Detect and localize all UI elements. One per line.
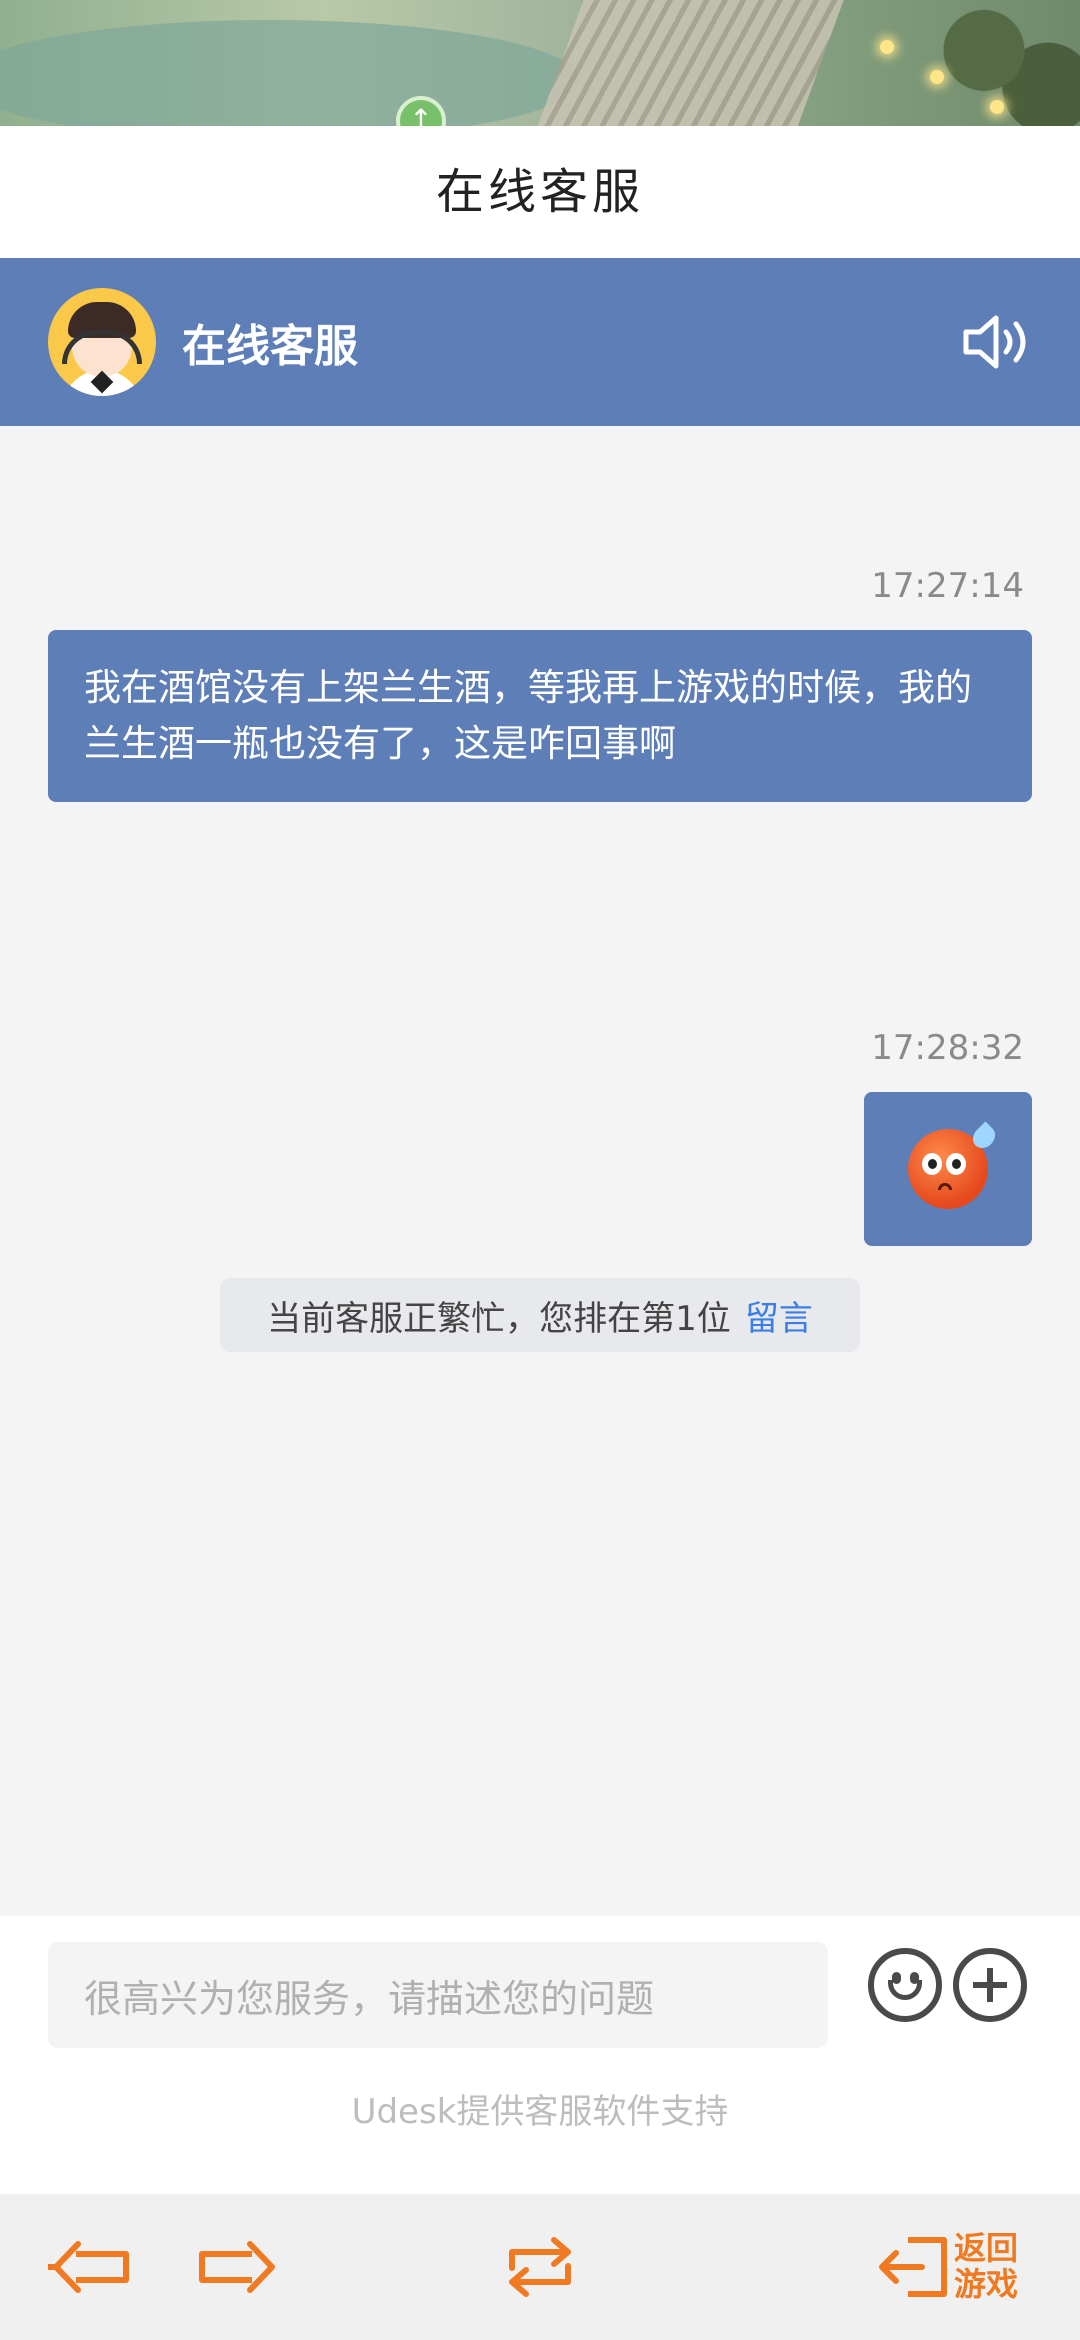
page-title: 在线客服 [0, 126, 1080, 258]
queue-notice: 当前客服正繁忙，您排在第1位 留言 [220, 1278, 860, 1352]
agent-avatar [48, 288, 156, 396]
queue-notice-text: 当前客服正繁忙，您排在第1位 [267, 1298, 731, 1339]
forward-arrow-icon[interactable] [196, 2232, 280, 2302]
message-timestamp: 17:27:14 [871, 566, 1024, 606]
chat-header: 在线客服 [0, 258, 1080, 426]
exit-game-icon[interactable] [872, 2232, 956, 2302]
agent-name: 在线客服 [182, 321, 358, 372]
powered-by-text: Udesk提供客服软件支持 [351, 2092, 729, 2132]
refresh-icon[interactable] [498, 2232, 582, 2302]
speaker-icon[interactable] [960, 312, 1032, 372]
emoji-button[interactable] [868, 1948, 942, 2022]
message-timestamp: 17:28:32 [871, 1028, 1024, 1068]
back-arrow-icon[interactable] [48, 2232, 132, 2302]
user-emoji-bubble [864, 1092, 1032, 1246]
sweat-face-emoji-icon [908, 1121, 1000, 1209]
message-input[interactable]: 很高兴为您服务，请描述您的问题 [48, 1942, 828, 2048]
leave-message-link[interactable]: 留言 [745, 1291, 813, 1340]
add-attachment-button[interactable] [953, 1948, 1027, 2022]
bottom-nav-bar: 返回游戏 [0, 2194, 1080, 2340]
user-message-bubble: 我在酒馆没有上架兰生酒，等我再上游戏的时候，我的兰生酒一瓶也没有了，这是咋回事啊 [48, 630, 1032, 802]
back-to-game-button[interactable]: 返回游戏 [954, 2230, 1034, 2302]
input-area: 很高兴为您服务，请描述您的问题 Udesk提供客服软件支持 [0, 1916, 1080, 2194]
game-background: ↑ [0, 0, 1080, 126]
